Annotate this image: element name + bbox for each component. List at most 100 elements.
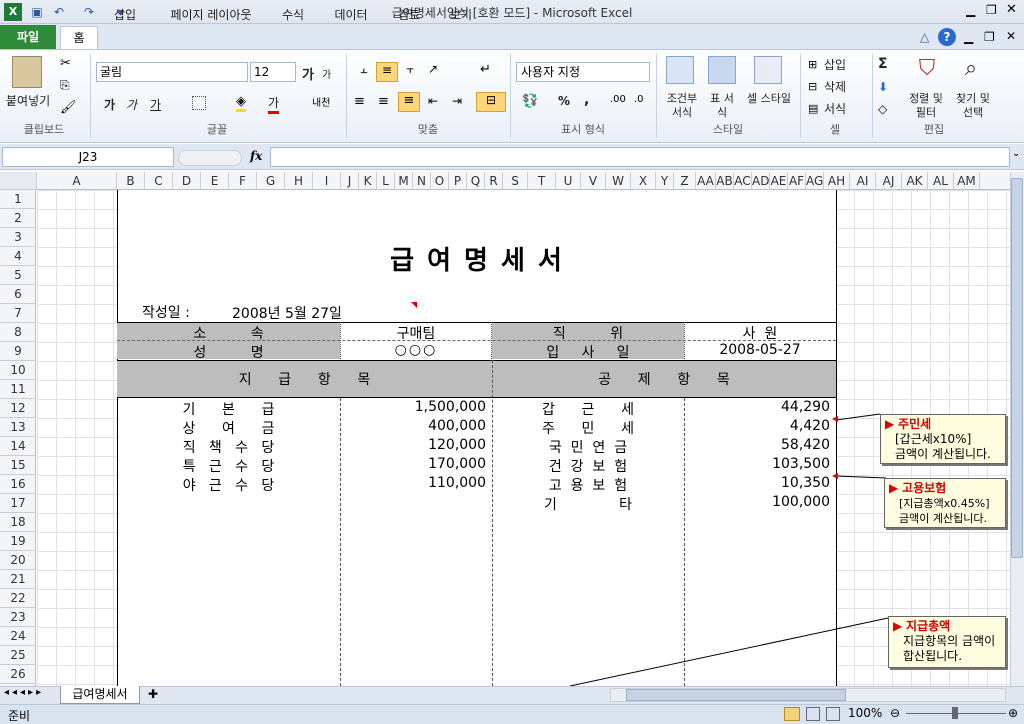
column-header[interactable]: W: [606, 172, 631, 190]
find-select-button[interactable]: 찾기 및 선택: [950, 92, 996, 120]
new-sheet-icon[interactable]: ✚: [148, 687, 158, 701]
row-header[interactable]: 25: [0, 646, 36, 665]
column-header[interactable]: T: [528, 172, 556, 190]
row-header[interactable]: 1: [0, 190, 36, 209]
table-format-icon[interactable]: [708, 56, 736, 84]
column-header[interactable]: C: [145, 172, 173, 190]
row-header[interactable]: 7: [0, 304, 36, 323]
row-header[interactable]: 4: [0, 247, 36, 266]
clear-icon[interactable]: ◇: [878, 102, 887, 116]
page-break-view-icon[interactable]: [826, 707, 840, 721]
fill-icon[interactable]: ⬇: [878, 80, 888, 94]
tab-file[interactable]: 파일: [0, 25, 56, 49]
row-header[interactable]: 19: [0, 532, 36, 551]
column-header[interactable]: AL: [928, 172, 954, 190]
column-header[interactable]: S: [503, 172, 528, 190]
row-header[interactable]: 23: [0, 608, 36, 627]
row-header[interactable]: 12: [0, 399, 36, 418]
format-cells-button[interactable]: 서식: [824, 100, 846, 117]
orientation-icon[interactable]: ↗: [428, 62, 438, 76]
normal-view-icon[interactable]: [784, 707, 800, 721]
copy-icon[interactable]: ⎘: [60, 78, 70, 93]
sheet-tab-payslip[interactable]: 급여명세서: [60, 686, 140, 704]
row-header[interactable]: 22: [0, 589, 36, 608]
find-select-icon[interactable]: ⌕: [956, 56, 986, 86]
borders-icon[interactable]: [192, 96, 206, 110]
zoom-level[interactable]: 100%: [848, 706, 882, 720]
column-header[interactable]: AB: [716, 172, 734, 190]
row-header[interactable]: 24: [0, 627, 36, 646]
wb-restore-button[interactable]: ❐: [984, 30, 995, 44]
tab-view[interactable]: 보기: [440, 4, 482, 26]
formula-input[interactable]: [270, 147, 1010, 167]
column-header[interactable]: M: [395, 172, 413, 190]
delete-cells-icon[interactable]: ⊟: [808, 80, 817, 93]
help-icon[interactable]: ?: [938, 28, 956, 46]
column-header[interactable]: AA: [696, 172, 716, 190]
column-header[interactable]: Y: [656, 172, 674, 190]
tab-formulas[interactable]: 수식: [272, 4, 314, 26]
column-header[interactable]: AK: [902, 172, 928, 190]
paste-icon[interactable]: [12, 56, 42, 88]
align-center-icon[interactable]: ≡: [378, 94, 389, 109]
bold-button[interactable]: 가: [104, 96, 115, 113]
cell-style-button[interactable]: 셀 스타일: [746, 92, 792, 106]
row-header[interactable]: 10: [0, 361, 36, 380]
table-format-button[interactable]: 표 서식: [706, 92, 738, 120]
comma-button[interactable]: ,: [584, 92, 589, 108]
column-header[interactable]: F: [229, 172, 257, 190]
accounting-format-icon[interactable]: 💱: [522, 94, 538, 109]
sort-filter-icon[interactable]: ⛉: [912, 56, 942, 86]
decrease-indent-icon[interactable]: ⇤: [428, 94, 438, 108]
vertical-scroll-thumb[interactable]: [1011, 178, 1023, 558]
column-header[interactable]: AG: [806, 172, 824, 190]
restore-button[interactable]: ❐: [986, 3, 997, 17]
align-middle-icon[interactable]: ≡: [376, 62, 398, 82]
column-header[interactable]: X: [631, 172, 656, 190]
select-all-corner[interactable]: [0, 172, 37, 190]
row-header[interactable]: 2: [0, 209, 36, 228]
column-header[interactable]: R: [485, 172, 503, 190]
horizontal-scroll-thumb[interactable]: [626, 689, 846, 701]
column-header[interactable]: O: [431, 172, 449, 190]
format-painter-icon[interactable]: 🖌: [60, 100, 77, 115]
row-header[interactable]: 9: [0, 342, 36, 361]
tab-review[interactable]: 검토: [388, 4, 430, 26]
column-header[interactable]: K: [359, 172, 377, 190]
column-header[interactable]: B: [117, 172, 145, 190]
align-right-icon[interactable]: ≡: [398, 92, 420, 112]
column-header[interactable]: AD: [752, 172, 770, 190]
wrap-text-icon[interactable]: ↵: [480, 62, 491, 77]
row-header[interactable]: 21: [0, 570, 36, 589]
column-header[interactable]: J: [341, 172, 359, 190]
underline-button[interactable]: 가: [150, 96, 161, 113]
insert-cells-icon[interactable]: ⊞: [808, 58, 817, 71]
row-header[interactable]: 16: [0, 475, 36, 494]
zoom-out-icon[interactable]: ⊖: [890, 706, 900, 720]
wb-minimize-button[interactable]: ▁: [964, 30, 973, 44]
row-header[interactable]: 17: [0, 494, 36, 513]
column-header[interactable]: V: [581, 172, 606, 190]
column-header[interactable]: AH: [824, 172, 850, 190]
column-header[interactable]: I: [313, 172, 341, 190]
column-header[interactable]: AM: [954, 172, 980, 190]
paste-button[interactable]: 붙여넣기: [6, 92, 50, 109]
increase-indent-icon[interactable]: ⇥: [452, 94, 462, 108]
column-header[interactable]: AI: [850, 172, 876, 190]
name-box[interactable]: J23: [2, 147, 174, 167]
close-button[interactable]: ✕: [1006, 2, 1017, 17]
row-header[interactable]: 13: [0, 418, 36, 437]
column-header[interactable]: AE: [770, 172, 788, 190]
sort-filter-button[interactable]: 정렬 및 필터: [904, 92, 948, 120]
delete-cells-button[interactable]: 삭제: [824, 78, 846, 95]
align-top-icon[interactable]: ⫠: [354, 62, 374, 80]
column-header[interactable]: AF: [788, 172, 806, 190]
tab-data[interactable]: 데이터: [326, 4, 376, 26]
align-left-icon[interactable]: ≡: [354, 94, 365, 109]
column-header[interactable]: Z: [674, 172, 696, 190]
decrease-decimal-icon[interactable]: .0: [634, 94, 644, 105]
italic-button[interactable]: 가: [126, 96, 137, 113]
row-header[interactable]: 6: [0, 285, 36, 304]
format-cells-icon[interactable]: ▤: [808, 102, 818, 115]
number-format-select[interactable]: 사용자 지정: [516, 62, 650, 82]
